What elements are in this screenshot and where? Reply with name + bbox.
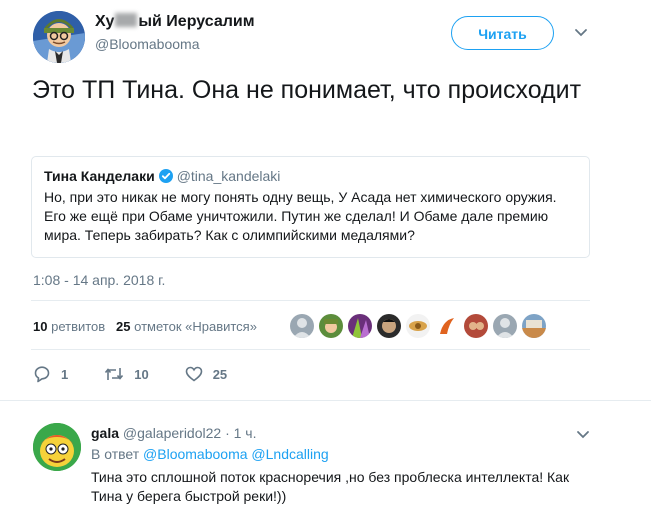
mention-link[interactable]: @Bloomabooma (143, 446, 248, 462)
tweet-stats: 10 ретвитов 25 отметок «Нравится» (33, 319, 257, 334)
divider (0, 400, 651, 401)
author-name[interactable]: Ху ый Иерусалим (95, 13, 255, 31)
quoted-author-handle: @tina_kandelaki (176, 168, 281, 184)
like-count: 25 (212, 366, 228, 382)
likes-count: 25 (116, 319, 131, 334)
quoted-tweet[interactable]: Тина Канделаки @tina_kandelaki Но, при эт… (31, 156, 590, 258)
liker-avatar[interactable] (319, 314, 343, 338)
reply-author-avatar[interactable] (33, 423, 81, 471)
replying-to: В ответ @Bloomabooma @Lndcalling (91, 446, 329, 462)
liker-avatar[interactable] (464, 314, 488, 338)
retweets-stat[interactable]: 10 ретвитов (33, 319, 105, 334)
author-avatar[interactable] (33, 11, 85, 63)
reply-author-name[interactable]: gala (91, 425, 119, 441)
author-name-part: Ху (95, 13, 115, 30)
liker-avatar[interactable] (493, 314, 517, 338)
reply-count: 1 (61, 366, 69, 382)
reply-text: Тина это сплошной поток красноречия ,но … (91, 469, 570, 504)
verified-badge-icon (158, 169, 173, 183)
quoted-author-name: Тина Канделаки (44, 168, 155, 184)
reply-author-handle[interactable]: @galaperidol22 (123, 425, 221, 441)
reply-action[interactable]: 1 (33, 365, 68, 383)
divider (31, 300, 590, 301)
liker-avatar[interactable] (522, 314, 546, 338)
author-handle[interactable]: @Bloomabooma (95, 36, 200, 52)
retweets-label: ретвитов (51, 319, 106, 334)
like-action[interactable]: 25 (185, 365, 227, 383)
tweet-text: Это ТП Тина. Она не понимает, что происх… (32, 76, 582, 104)
mention-link[interactable]: @Lndcalling (251, 446, 328, 462)
likes-stat[interactable]: 25 отметок «Нравится» (116, 319, 257, 334)
liker-avatar[interactable] (377, 314, 401, 338)
quoted-tweet-text: Но, при это никак не могу понять одну ве… (44, 189, 557, 243)
reply-header: gala @galaperidol22 · 1 ч. (91, 425, 257, 441)
reply-icon (34, 366, 50, 383)
likes-label: отметок «Нравится» (134, 319, 257, 334)
tweet-timestamp[interactable]: 1:08 - 14 апр. 2018 г. (33, 272, 165, 288)
liker-avatar[interactable] (435, 314, 459, 338)
likers-avatars (290, 314, 551, 338)
retweet-icon (105, 368, 124, 380)
quoted-tweet-header: Тина Канделаки @tina_kandelaki (44, 167, 577, 185)
reply-time[interactable]: · 1 ч. (225, 425, 256, 441)
liker-avatar[interactable] (348, 314, 372, 338)
follow-button[interactable]: Читать (451, 16, 554, 50)
chevron-down-icon[interactable] (576, 430, 590, 440)
replying-to-label: В ответ (91, 446, 140, 462)
chevron-down-icon[interactable] (573, 27, 589, 39)
retweet-action[interactable]: 10 (104, 365, 149, 383)
censored-blur (115, 13, 138, 27)
divider (31, 349, 590, 350)
retweet-count: 10 (134, 366, 149, 382)
retweets-count: 10 (33, 319, 48, 334)
heart-icon (185, 366, 203, 382)
liker-avatar[interactable] (406, 314, 430, 338)
tweet-actions: 1 10 25 (33, 365, 227, 383)
author-name-part: ый Иерусалим (138, 13, 255, 30)
liker-avatar[interactable] (290, 314, 314, 338)
